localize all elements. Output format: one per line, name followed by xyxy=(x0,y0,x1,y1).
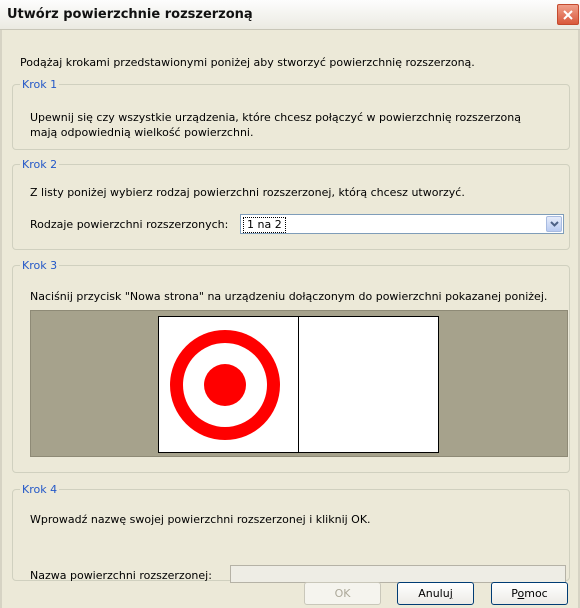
close-button[interactable] xyxy=(557,4,579,25)
title-bar: Utwórz powierzchnie rozszerzoną xyxy=(0,0,580,30)
step3-legend: Krok 3 xyxy=(22,259,58,272)
close-icon xyxy=(563,9,573,20)
surface-preview xyxy=(30,310,568,457)
step2-legend: Krok 2 xyxy=(22,158,58,171)
step4-legend: Krok 4 xyxy=(22,483,58,496)
step4-name-label: Nazwa powierzchni rozszerzonej: xyxy=(30,569,212,582)
surface-type-select[interactable]: 1 na 2 xyxy=(240,214,564,234)
window-frame-left xyxy=(0,30,2,608)
surface-type-value: 1 na 2 xyxy=(243,217,286,233)
step1-text-line2: mają odpowiednią wielkość powierzchni. xyxy=(30,126,254,139)
ok-button-label: OK xyxy=(334,587,351,600)
surface-right-device xyxy=(298,316,439,453)
cancel-button-label: Anuluj xyxy=(418,587,453,600)
window-title: Utwórz powierzchnie rozszerzoną xyxy=(7,7,253,22)
cancel-button[interactable]: Anuluj xyxy=(397,582,474,605)
step2-text: Z listy poniżej wybierz rodzaj powierzch… xyxy=(30,186,465,199)
step2-combo-label: Rodzaje powierzchni rozszerzonych: xyxy=(30,218,229,231)
step4-text: Wprowadź nazwę swojej powierzchni rozsze… xyxy=(30,513,371,526)
help-button-label: Pomoc xyxy=(511,587,548,600)
step2-group: Krok 2 xyxy=(12,158,570,250)
surface-type-dropdown-button[interactable] xyxy=(546,216,562,232)
surface-name-input[interactable] xyxy=(230,565,566,583)
intro-text: Podążaj krokami przedstawionymi poniżej … xyxy=(20,56,475,69)
help-button[interactable]: Pomoc xyxy=(491,582,568,605)
step1-legend: Krok 1 xyxy=(22,78,58,91)
step1-text-line1: Upewnij się czy wszystkie urządzenia, kt… xyxy=(30,111,521,124)
step3-text: Naciśnij przycisk "Nowa strona" na urząd… xyxy=(30,290,548,303)
target-icon xyxy=(170,330,280,440)
chevron-down-icon xyxy=(549,221,559,227)
surface-left-device xyxy=(158,316,299,453)
ok-button[interactable]: OK xyxy=(304,582,381,605)
